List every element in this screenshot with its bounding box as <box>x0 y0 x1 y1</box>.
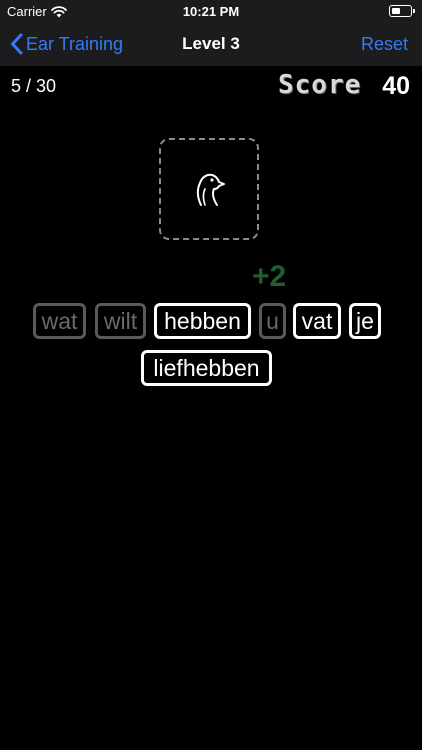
word-tile-hebben[interactable]: hebben <box>154 303 251 339</box>
word-tile-wat[interactable]: wat <box>33 303 86 339</box>
reset-button[interactable]: Reset <box>361 22 408 66</box>
navigation-bar: Ear Training Level 3 Reset <box>0 22 422 66</box>
ear-training-screen: Carrier 10:21 PM Ear Training Level 3 Re… <box>0 0 422 750</box>
word-tile-u[interactable]: u <box>259 303 286 339</box>
status-bar: Carrier 10:21 PM <box>0 0 422 22</box>
bird-icon <box>196 173 225 206</box>
word-tile-vat[interactable]: vat <box>293 303 341 339</box>
word-tile-je[interactable]: je <box>349 303 381 339</box>
score-label: Score <box>278 70 362 100</box>
status-time: 10:21 PM <box>182 4 240 19</box>
word-tile-wilt[interactable]: wilt <box>95 303 146 339</box>
progress-counter: 5 / 30 <box>11 76 57 96</box>
play-audio-button[interactable] <box>159 138 259 240</box>
points-gained: +2 <box>252 260 287 293</box>
score-value: 40 <box>382 72 410 100</box>
word-tile-liefhebben[interactable]: liefhebben <box>141 350 272 386</box>
page-title: Level 3 <box>182 34 240 53</box>
battery-icon <box>389 5 415 17</box>
